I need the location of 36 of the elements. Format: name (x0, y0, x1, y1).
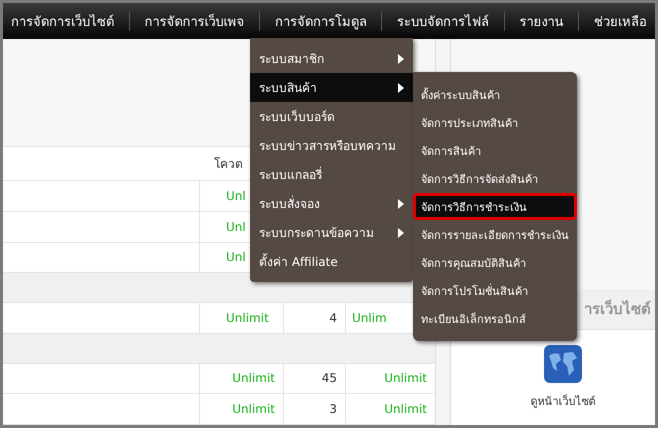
menu-item[interactable]: ระบบสมาชิก (250, 44, 413, 73)
used-cell: 45 (322, 371, 337, 386)
remaining-cell: Unlim (352, 310, 387, 325)
submenu-item[interactable]: จัดการสินค้า (413, 137, 577, 164)
submenu-item[interactable]: ตั้งค่าระบบสินค้า (413, 81, 577, 108)
nav-item[interactable]: ระบบจัดการไฟล์ (397, 10, 490, 32)
nav-item[interactable]: การจัดการเว็บไซต์ (11, 10, 114, 32)
nav-item[interactable]: การจัดการโมดูล (274, 10, 367, 32)
menu-item[interactable]: ระบบสั่งจอง (250, 189, 413, 218)
nav-item[interactable]: ช่วยเหลือ (594, 10, 647, 32)
submenu-item[interactable]: จัดการประเภทสินค้า (413, 109, 577, 136)
submenu-item[interactable]: จัดการวิธีการชำระเงิน (413, 193, 577, 220)
menu-item[interactable]: ระบบเว็บบอร์ด (250, 102, 413, 131)
quota-cell: Unlimit (226, 310, 269, 325)
quota-cell: Unl (226, 250, 246, 264)
panel-heading: ารเว็บไซต์ (584, 298, 651, 320)
submenu-item[interactable]: จัดการรายละเอียดการชำระเงิน (413, 221, 577, 248)
menu-item[interactable]: ระบบสินค้า (250, 73, 413, 102)
shortcut-label[interactable]: ดูหน้าเว็บไซต์ (530, 392, 596, 410)
nav-item[interactable]: การจัดการเว็บเพจ (144, 10, 244, 32)
used-cell: 4 (329, 310, 337, 325)
remaining-cell: Unlimit (384, 371, 427, 386)
submenu-item[interactable]: ทะเบียนอิเล็กทรอนิกส์ (413, 305, 577, 332)
quota-cell: Unl (226, 188, 246, 203)
nav-item[interactable]: รายงาน (520, 10, 564, 32)
submenu-item[interactable]: จัดการคุณสมบัติสินค้า (413, 249, 577, 276)
quota-cell: Unlimit (232, 402, 275, 416)
submenu-item[interactable]: จัดการวิธีการจัดส่งสินค้า (413, 165, 577, 192)
menu-item[interactable]: ระบบกระดานข้อความ (250, 218, 413, 247)
quota-cell: Unl (226, 220, 246, 234)
used-cell: 3 (329, 402, 337, 416)
remaining-cell: Unlimit (384, 402, 427, 416)
quota-cell: Unlimit (232, 371, 275, 386)
submenu-item[interactable]: จัดการโปรโมชั่นสินค้า (413, 277, 577, 304)
menu-item[interactable]: ตั้งค่า Affiliate (250, 247, 413, 276)
globe-icon[interactable] (543, 344, 583, 384)
